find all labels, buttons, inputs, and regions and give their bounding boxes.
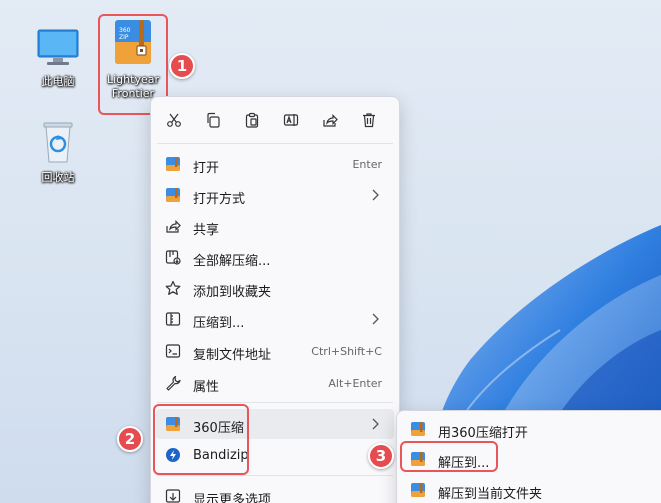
menu-item-share[interactable]: 共享 — [156, 211, 394, 241]
share-icon[interactable] — [320, 110, 340, 130]
rename-icon[interactable] — [281, 110, 301, 130]
submenu-item-label: 用360压缩打开 — [438, 426, 528, 441]
share-icon — [165, 218, 181, 234]
path-icon — [165, 343, 181, 359]
paste-icon[interactable] — [242, 110, 262, 130]
menu-item-open-with[interactable]: 打开方式 — [156, 180, 394, 210]
menu-item-label: 复制文件地址 — [193, 348, 272, 363]
menu-separator — [157, 475, 393, 476]
context-menu-toolbar — [151, 97, 401, 143]
menu-item-label: 添加到收藏夹 — [193, 285, 272, 300]
menu-item-compress-to[interactable]: 压缩到... — [156, 304, 394, 334]
chevron-right-icon — [372, 313, 379, 325]
star-icon — [165, 280, 181, 296]
menu-item-add-favorites[interactable]: 添加到收藏夹 — [156, 273, 394, 303]
more-options-icon — [165, 488, 181, 503]
menu-separator — [157, 402, 393, 403]
menu-item-show-more[interactable]: 显示更多选项 — [156, 481, 394, 503]
desktop-icon-this-pc[interactable]: 此电脑 — [28, 28, 88, 89]
desktop-icon-label: 回收站 — [41, 171, 75, 184]
360zip-icon — [165, 187, 181, 203]
menu-item-shortcut: Alt+Enter — [328, 377, 382, 390]
monitor-icon — [37, 29, 79, 65]
menu-item-label: 打开 — [193, 161, 220, 176]
chevron-right-icon — [372, 418, 379, 430]
submenu-item-extract-here[interactable]: 解压到当前文件夹 — [401, 475, 661, 503]
callout-badge-1: 1 — [169, 53, 195, 79]
360zip-icon — [410, 482, 426, 498]
recycle-bin-icon — [43, 122, 73, 163]
trash-icon[interactable] — [359, 110, 379, 130]
copy-icon[interactable] — [203, 110, 223, 130]
extract-icon — [165, 249, 181, 265]
submenu-item-open-with-360zip[interactable]: 用360压缩打开 — [401, 414, 661, 444]
menu-item-label: 打开方式 — [193, 192, 246, 207]
chevron-right-icon — [372, 189, 379, 201]
menu-item-copy-path[interactable]: 复制文件地址 Ctrl+Shift+C — [156, 336, 394, 366]
compress-icon — [165, 311, 181, 327]
menu-separator — [157, 143, 393, 144]
highlight-360zip-bandizip — [153, 404, 249, 475]
wrench-icon — [165, 375, 181, 391]
scissors-icon[interactable] — [164, 110, 184, 130]
menu-item-open[interactable]: 打开 Enter — [156, 149, 394, 179]
menu-item-label: 全部解压缩... — [193, 254, 271, 269]
menu-item-extract-all[interactable]: 全部解压缩... — [156, 242, 394, 272]
callout-badge-2: 2 — [117, 426, 143, 452]
menu-item-shortcut: Ctrl+Shift+C — [311, 345, 382, 358]
desktop-icon-recycle-bin[interactable]: 回收站 — [28, 120, 88, 185]
callout-badge-3: 3 — [368, 443, 394, 469]
menu-item-shortcut: Enter — [352, 158, 382, 171]
menu-item-label: 共享 — [193, 223, 220, 238]
highlight-extract-to — [400, 441, 498, 472]
menu-item-label: 显示更多选项 — [193, 493, 272, 503]
menu-item-properties[interactable]: 属性 Alt+Enter — [156, 368, 394, 398]
360zip-icon — [165, 156, 181, 172]
menu-item-label: 属性 — [193, 380, 220, 395]
desktop-icon-label: 此电脑 — [41, 75, 75, 88]
360zip-icon — [410, 421, 426, 437]
submenu-item-label: 解压到当前文件夹 — [438, 487, 543, 502]
menu-item-label: 压缩到... — [193, 316, 245, 331]
